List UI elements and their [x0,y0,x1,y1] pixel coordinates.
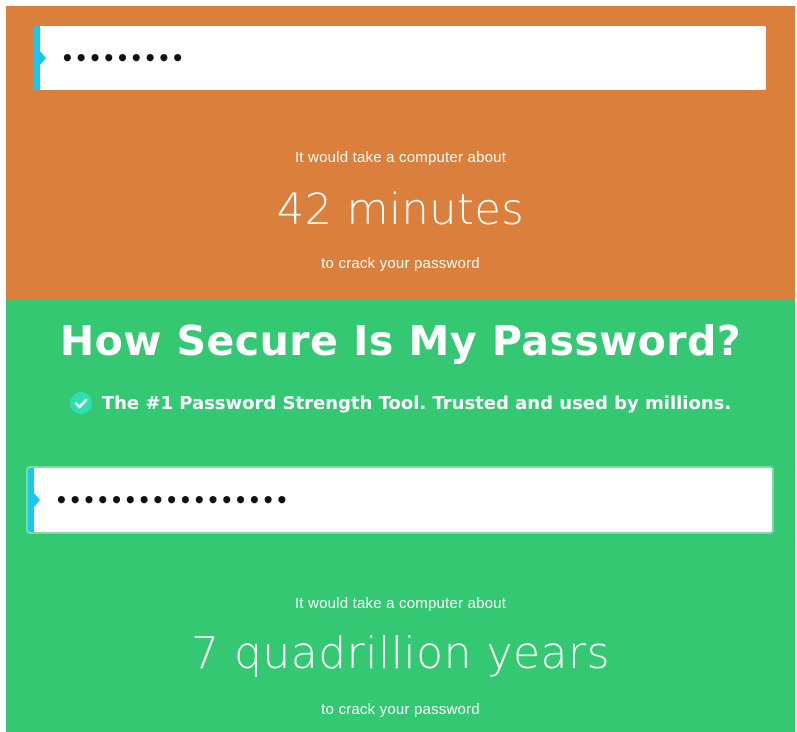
password-input[interactable]: ••••••••• [34,26,766,90]
tagline: The #1 Password Strength Tool. Trusted a… [6,392,795,414]
tagline-text: The #1 Password Strength Tool. Trusted a… [101,392,732,414]
crack-time-prefix: It would take a computer about [294,149,507,166]
password-input[interactable]: ••••••••••••••••• [28,468,772,532]
page-title: How Secure Is My Password? [59,317,742,365]
crack-time-value: 42 minutes [276,185,525,235]
password-mask: ••••••••• [61,46,186,70]
crack-time-suffix: to crack your password [321,701,480,718]
crack-time-value: 7 quadrillion years [190,628,611,679]
input-focus-indicator [28,468,40,532]
password-mask: ••••••••••••••••• [55,488,290,512]
crack-time-prefix: It would take a computer about [294,595,507,612]
crack-time-suffix: to crack your password [321,255,480,272]
weak-password-panel: ••••••••• It would take a computer about… [6,6,795,300]
input-focus-indicator [34,26,46,90]
strong-password-panel: How Secure Is My Password? The #1 Passwo… [6,300,795,732]
check-circle-icon [69,392,92,414]
